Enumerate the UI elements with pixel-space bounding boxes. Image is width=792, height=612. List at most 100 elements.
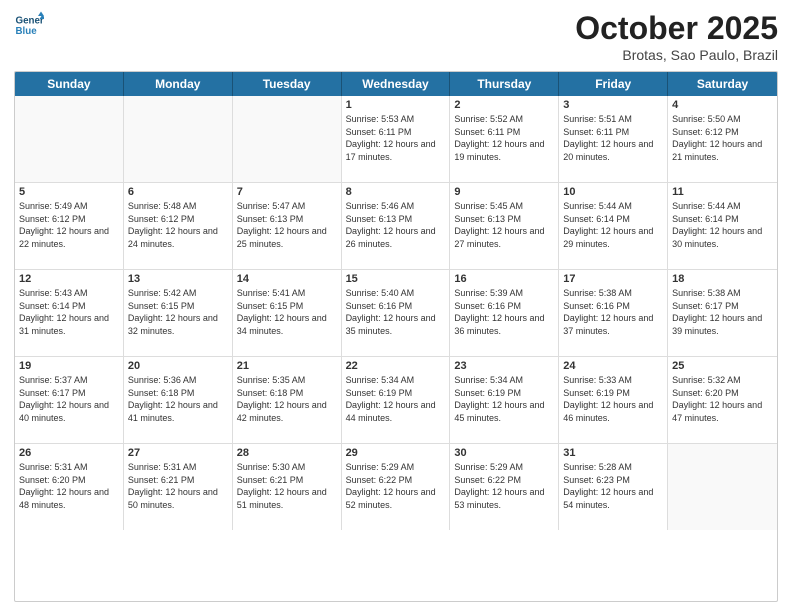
calendar-cell: 7Sunrise: 5:47 AM Sunset: 6:13 PM Daylig… xyxy=(233,183,342,269)
calendar-header-cell: Wednesday xyxy=(342,72,451,96)
calendar-cell xyxy=(233,96,342,182)
calendar-row: 1 Sunrise: 5:53 AM Sunset: 6:11 PM Daylig… xyxy=(15,96,777,183)
calendar-cell: 30 Sunrise: 5:29 AM Sunset: 6:22 PM Dayli… xyxy=(450,444,559,530)
cell-info: Sunrise: 5:40 AM Sunset: 6:16 PM Dayligh… xyxy=(346,287,446,337)
calendar-cell: 6 Sunrise: 5:48 AM Sunset: 6:12 PM Daylig… xyxy=(124,183,233,269)
calendar-cell: 9 Sunrise: 5:45 AM Sunset: 6:13 PM Daylig… xyxy=(450,183,559,269)
day-number: 3 xyxy=(563,99,663,111)
calendar-cell: 19 Sunrise: 5:37 AM Sunset: 6:17 PM Dayli… xyxy=(15,357,124,443)
day-number: 15 xyxy=(346,273,446,285)
day-number: 18 xyxy=(672,273,773,285)
logo: General Blue xyxy=(14,10,44,40)
calendar-header-cell: Monday xyxy=(124,72,233,96)
cell-info: Sunrise: 5:51 AM Sunset: 6:11 PM Dayligh… xyxy=(563,113,663,163)
calendar-header-cell: Friday xyxy=(559,72,668,96)
day-number: 7 xyxy=(237,186,337,198)
day-number: 20 xyxy=(128,360,228,372)
cell-info: Sunrise: 5:43 AM Sunset: 6:14 PM Dayligh… xyxy=(19,287,119,337)
cell-info: Sunrise: 5:41 AM Sunset: 6:15 PM Dayligh… xyxy=(237,287,337,337)
calendar-cell: 16 Sunrise: 5:39 AM Sunset: 6:16 PM Dayli… xyxy=(450,270,559,356)
day-number: 28 xyxy=(237,447,337,459)
calendar-cell: 3 Sunrise: 5:51 AM Sunset: 6:11 PM Daylig… xyxy=(559,96,668,182)
day-number: 22 xyxy=(346,360,446,372)
cell-info: Sunrise: 5:29 AM Sunset: 6:22 PM Dayligh… xyxy=(454,461,554,511)
calendar-cell: 5Sunrise: 5:49 AM Sunset: 6:12 PM Daylig… xyxy=(15,183,124,269)
day-number: 1 xyxy=(346,99,446,111)
day-number: 17 xyxy=(563,273,663,285)
cell-info: Sunrise: 5:28 AM Sunset: 6:23 PM Dayligh… xyxy=(563,461,663,511)
calendar-cell xyxy=(15,96,124,182)
day-number: 30 xyxy=(454,447,554,459)
day-number: 6 xyxy=(128,186,228,198)
day-number: 31 xyxy=(563,447,663,459)
cell-info: Sunrise: 5:31 AM Sunset: 6:20 PM Dayligh… xyxy=(19,461,119,511)
cell-info: Sunrise: 5:36 AM Sunset: 6:18 PM Dayligh… xyxy=(128,374,228,424)
calendar-cell: 27 Sunrise: 5:31 AM Sunset: 6:21 PM Dayli… xyxy=(124,444,233,530)
day-number: 16 xyxy=(454,273,554,285)
calendar-header-cell: Thursday xyxy=(450,72,559,96)
cell-info: Sunrise: 5:53 AM Sunset: 6:11 PM Dayligh… xyxy=(346,113,446,163)
cell-info: Sunrise: 5:44 AM Sunset: 6:14 PM Dayligh… xyxy=(672,200,773,250)
calendar-header-cell: Tuesday xyxy=(233,72,342,96)
calendar-cell: 21 Sunrise: 5:35 AM Sunset: 6:18 PM Dayli… xyxy=(233,357,342,443)
calendar-cell: 15 Sunrise: 5:40 AM Sunset: 6:16 PM Dayli… xyxy=(342,270,451,356)
cell-info: Sunrise: 5:42 AM Sunset: 6:15 PM Dayligh… xyxy=(128,287,228,337)
svg-text:Blue: Blue xyxy=(16,26,38,37)
calendar-cell: 14Sunrise: 5:41 AM Sunset: 6:15 PM Dayli… xyxy=(233,270,342,356)
page: General Blue October 2025 Brotas, Sao Pa… xyxy=(0,0,792,612)
cell-info: Sunrise: 5:45 AM Sunset: 6:13 PM Dayligh… xyxy=(454,200,554,250)
calendar-cell: 11Sunrise: 5:44 AM Sunset: 6:14 PM Dayli… xyxy=(668,183,777,269)
calendar-cell: 1 Sunrise: 5:53 AM Sunset: 6:11 PM Daylig… xyxy=(342,96,451,182)
title-block: October 2025 Brotas, Sao Paulo, Brazil xyxy=(575,10,778,63)
cell-info: Sunrise: 5:44 AM Sunset: 6:14 PM Dayligh… xyxy=(563,200,663,250)
calendar-cell: 12Sunrise: 5:43 AM Sunset: 6:14 PM Dayli… xyxy=(15,270,124,356)
calendar-cell: 29 Sunrise: 5:29 AM Sunset: 6:22 PM Dayli… xyxy=(342,444,451,530)
day-number: 27 xyxy=(128,447,228,459)
cell-info: Sunrise: 5:34 AM Sunset: 6:19 PM Dayligh… xyxy=(454,374,554,424)
day-number: 4 xyxy=(672,99,773,111)
calendar-header: SundayMondayTuesdayWednesdayThursdayFrid… xyxy=(15,72,777,96)
cell-info: Sunrise: 5:34 AM Sunset: 6:19 PM Dayligh… xyxy=(346,374,446,424)
day-number: 29 xyxy=(346,447,446,459)
day-number: 5 xyxy=(19,186,119,198)
cell-info: Sunrise: 5:31 AM Sunset: 6:21 PM Dayligh… xyxy=(128,461,228,511)
cell-info: Sunrise: 5:37 AM Sunset: 6:17 PM Dayligh… xyxy=(19,374,119,424)
calendar-cell: 8Sunrise: 5:46 AM Sunset: 6:13 PM Daylig… xyxy=(342,183,451,269)
day-number: 26 xyxy=(19,447,119,459)
day-number: 10 xyxy=(563,186,663,198)
day-number: 9 xyxy=(454,186,554,198)
cell-info: Sunrise: 5:29 AM Sunset: 6:22 PM Dayligh… xyxy=(346,461,446,511)
day-number: 21 xyxy=(237,360,337,372)
calendar-header-cell: Sunday xyxy=(15,72,124,96)
cell-info: Sunrise: 5:38 AM Sunset: 6:17 PM Dayligh… xyxy=(672,287,773,337)
calendar-cell: 2Sunrise: 5:52 AM Sunset: 6:11 PM Daylig… xyxy=(450,96,559,182)
main-title: October 2025 xyxy=(575,10,778,47)
calendar-cell: 23Sunrise: 5:34 AM Sunset: 6:19 PM Dayli… xyxy=(450,357,559,443)
calendar-cell: 20 Sunrise: 5:36 AM Sunset: 6:18 PM Dayli… xyxy=(124,357,233,443)
day-number: 8 xyxy=(346,186,446,198)
calendar-body: 1 Sunrise: 5:53 AM Sunset: 6:11 PM Daylig… xyxy=(15,96,777,530)
calendar-row: 12Sunrise: 5:43 AM Sunset: 6:14 PM Dayli… xyxy=(15,270,777,357)
calendar-header-cell: Saturday xyxy=(668,72,777,96)
day-number: 19 xyxy=(19,360,119,372)
calendar-cell xyxy=(668,444,777,530)
svg-text:General: General xyxy=(16,16,45,27)
day-number: 24 xyxy=(563,360,663,372)
cell-info: Sunrise: 5:39 AM Sunset: 6:16 PM Dayligh… xyxy=(454,287,554,337)
subtitle: Brotas, Sao Paulo, Brazil xyxy=(575,47,778,63)
cell-info: Sunrise: 5:52 AM Sunset: 6:11 PM Dayligh… xyxy=(454,113,554,163)
cell-info: Sunrise: 5:38 AM Sunset: 6:16 PM Dayligh… xyxy=(563,287,663,337)
cell-info: Sunrise: 5:48 AM Sunset: 6:12 PM Dayligh… xyxy=(128,200,228,250)
calendar-row: 19 Sunrise: 5:37 AM Sunset: 6:17 PM Dayli… xyxy=(15,357,777,444)
logo-icon: General Blue xyxy=(14,10,44,40)
calendar-cell: 26 Sunrise: 5:31 AM Sunset: 6:20 PM Dayli… xyxy=(15,444,124,530)
calendar-row: 26 Sunrise: 5:31 AM Sunset: 6:20 PM Dayli… xyxy=(15,444,777,530)
calendar-cell: 18 Sunrise: 5:38 AM Sunset: 6:17 PM Dayli… xyxy=(668,270,777,356)
calendar-row: 5Sunrise: 5:49 AM Sunset: 6:12 PM Daylig… xyxy=(15,183,777,270)
cell-info: Sunrise: 5:35 AM Sunset: 6:18 PM Dayligh… xyxy=(237,374,337,424)
calendar-cell: 24Sunrise: 5:33 AM Sunset: 6:19 PM Dayli… xyxy=(559,357,668,443)
calendar-cell: 4Sunrise: 5:50 AM Sunset: 6:12 PM Daylig… xyxy=(668,96,777,182)
calendar-cell: 25Sunrise: 5:32 AM Sunset: 6:20 PM Dayli… xyxy=(668,357,777,443)
calendar-cell: 10 Sunrise: 5:44 AM Sunset: 6:14 PM Dayli… xyxy=(559,183,668,269)
calendar: SundayMondayTuesdayWednesdayThursdayFrid… xyxy=(14,71,778,602)
